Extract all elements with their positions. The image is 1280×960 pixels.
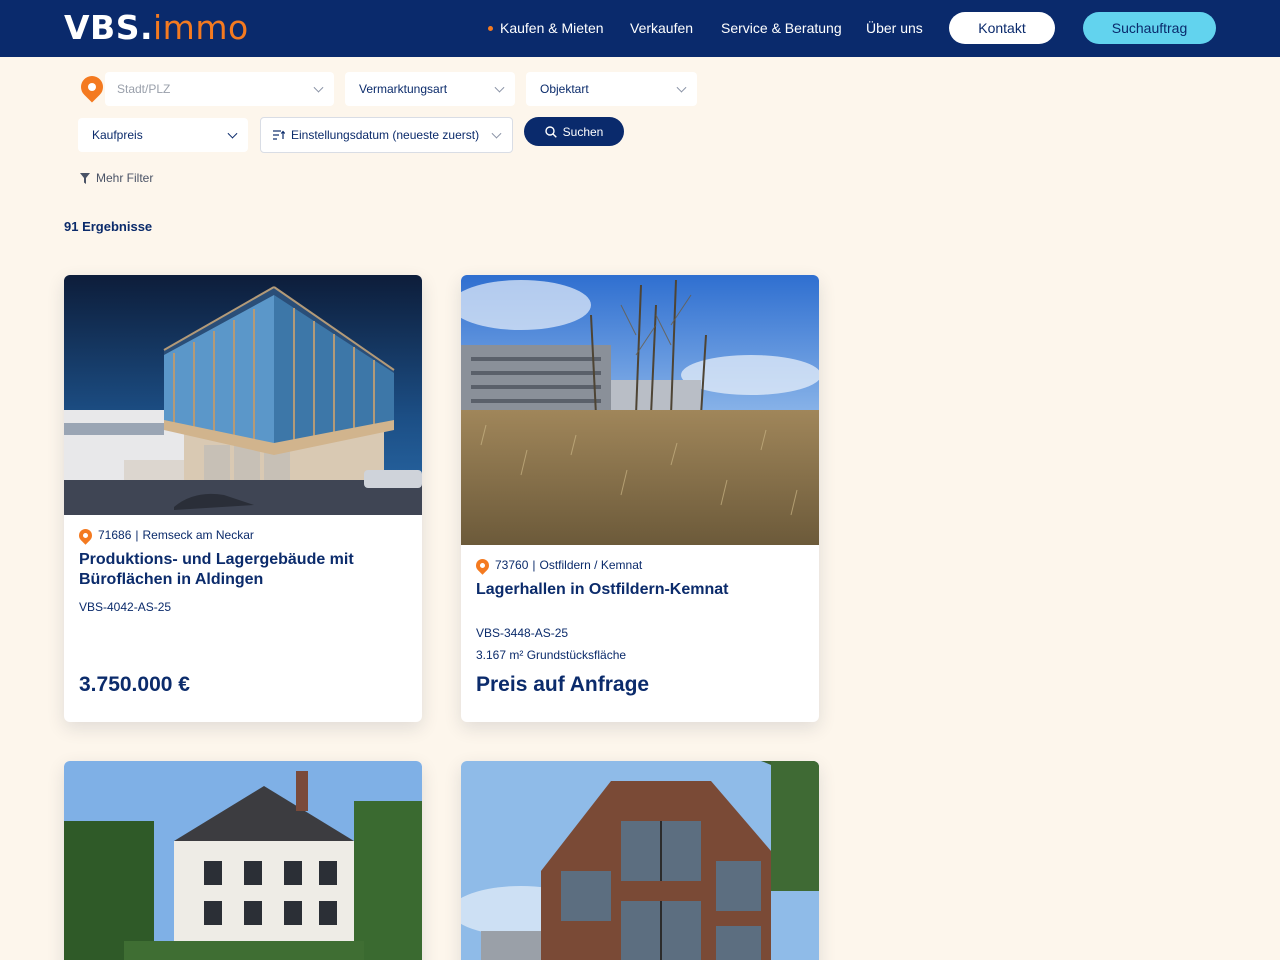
listing-image [64,275,422,515]
listing-image [461,761,819,960]
listing-location: 71686 | Remseck am Neckar [76,525,407,545]
location-pin-icon [76,71,108,103]
location-placeholder: Stadt/PLZ [117,82,171,96]
location-input[interactable]: Stadt/PLZ [105,72,334,106]
sort-icon [273,130,285,140]
listing-reference: VBS-3448-AS-25 [476,626,569,640]
listing-location: 73760 | Ostfildern / Kemnat [473,555,804,575]
listing-price: Preis auf Anfrage [476,673,650,696]
listing-reference: VBS-4042-AS-25 [79,600,172,614]
nav-verkaufen[interactable]: Verkaufen [630,19,693,37]
vermarktungsart-select[interactable]: Vermarktungsart [345,72,515,106]
search-button-label: Suchen [562,124,604,139]
listing-plz: 71686 [98,528,132,542]
suchauftrag-button[interactable]: Suchauftrag [1083,12,1216,44]
listing-city: Remseck am Neckar [142,528,254,542]
sort-select[interactable]: Einstellungsdatum (neueste zuerst) [260,117,513,153]
chevron-down-icon [491,128,502,139]
nav-kaufen-mieten[interactable]: Kaufen & Mieten [500,19,604,37]
mehr-filter-link[interactable]: Mehr Filter [80,171,153,185]
separator: | [532,558,536,572]
listing-plz: 73760 [495,558,529,572]
vermarktungsart-label: Vermarktungsart [359,82,448,96]
results-count: 91 Ergebnisse [64,219,153,234]
filter-icon [80,172,90,184]
kontakt-button[interactable]: Kontakt [949,12,1055,44]
chevron-down-icon [494,82,505,93]
nav-service-beratung[interactable]: Service & Beratung [721,19,842,37]
chevron-down-icon [676,82,687,93]
listing-card[interactable] [64,761,422,960]
listing-card[interactable]: 73760 | Ostfildern / Kemnat Lagerhallen … [461,275,819,722]
objektart-label: Objektart [540,82,589,96]
sort-label: Einstellungsdatum (neueste zuerst) [291,128,480,142]
objektart-select[interactable]: Objektart [526,72,697,106]
chevron-down-icon [227,128,238,139]
listing-image [64,761,422,960]
search-button[interactable]: Suchen [524,117,624,146]
logo-main: VBS. [64,8,153,47]
nav-ueber-uns[interactable]: Über uns [866,19,923,37]
listing-price: 3.750.000 € [79,673,190,696]
mehr-filter-label: Mehr Filter [96,171,154,185]
listing-city: Ostfildern / Kemnat [539,558,643,572]
logo[interactable]: VBS.immo [64,9,249,47]
listing-title[interactable]: Lagerhallen in Ostfildern-Kemnat [476,580,804,600]
listing-area: 3.167 m² Grundstücksfläche [476,648,627,662]
logo-accent: immo [153,8,249,47]
listing-card[interactable]: 71686 | Remseck am Neckar Produktions- u… [64,275,422,722]
separator: | [135,528,139,542]
listing-card[interactable] [461,761,819,960]
listing-title[interactable]: Produktions- und Lagergebäude mit Bürofl… [79,550,407,590]
kaufpreis-label: Kaufpreis [92,128,143,142]
kaufpreis-select[interactable]: Kaufpreis [78,118,248,152]
active-nav-dot [488,26,493,31]
site-header: VBS.immo Kaufen & Mieten Verkaufen Servi… [0,0,1280,57]
location-pin-icon [76,525,95,545]
location-pin-icon [473,555,492,575]
chevron-down-icon [313,82,324,93]
search-icon [544,125,557,138]
listing-image [461,275,819,545]
